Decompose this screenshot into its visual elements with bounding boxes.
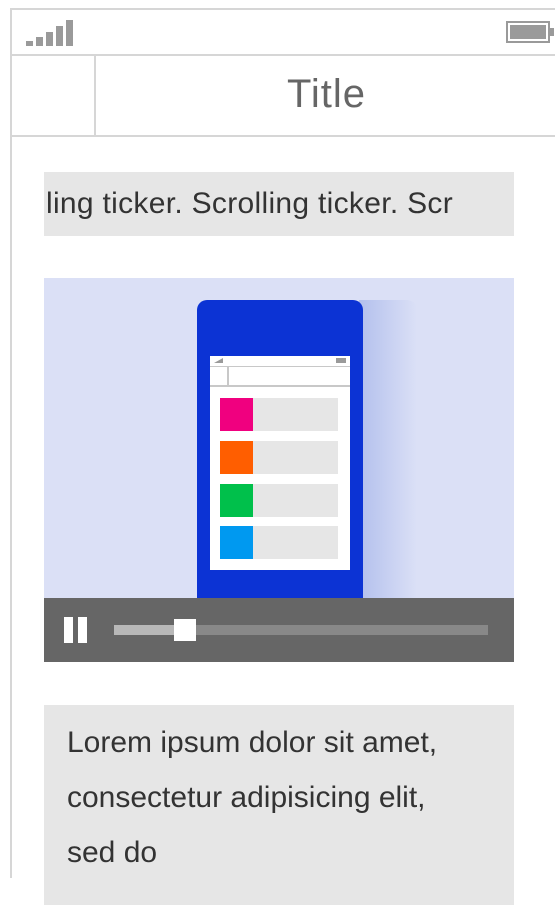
seek-bar-played: [114, 625, 174, 635]
video-controls: [44, 598, 514, 662]
phone-shadow: [359, 300, 417, 600]
mini-list-item: [220, 484, 338, 517]
body-text: Lorem ipsum dolor sit amet, consectetur …: [67, 726, 438, 869]
seek-knob[interactable]: [174, 619, 196, 641]
swatch-green: [220, 484, 253, 517]
battery-full-icon: [506, 21, 554, 43]
mini-battery-icon: [336, 358, 346, 363]
ticker-text: ling ticker. Scrolling ticker. Scr: [46, 187, 453, 220]
seek-bar[interactable]: [114, 619, 488, 641]
mini-list-item: [220, 398, 338, 431]
swatch-blue: [220, 526, 253, 559]
pause-icon[interactable]: [64, 617, 90, 643]
navigation-bar: Title: [12, 54, 555, 137]
signal-strength-icon: [26, 20, 82, 46]
mini-list-item: [220, 526, 338, 559]
swatch-pink: [220, 398, 253, 431]
mini-signal-icon: [214, 358, 223, 363]
status-bar: [12, 10, 555, 56]
video-player[interactable]: [44, 278, 514, 662]
phone-list-illustration-icon: [197, 300, 363, 610]
scrolling-ticker: ling ticker. Scrolling ticker. Scr: [44, 172, 514, 236]
nav-back-button[interactable]: [12, 54, 96, 135]
mini-list-item: [220, 441, 338, 474]
phone-screen: [210, 356, 350, 570]
page-title: Title: [286, 72, 367, 116]
swatch-orange: [220, 441, 253, 474]
body-text-card: Lorem ipsum dolor sit amet, consectetur …: [44, 705, 514, 905]
